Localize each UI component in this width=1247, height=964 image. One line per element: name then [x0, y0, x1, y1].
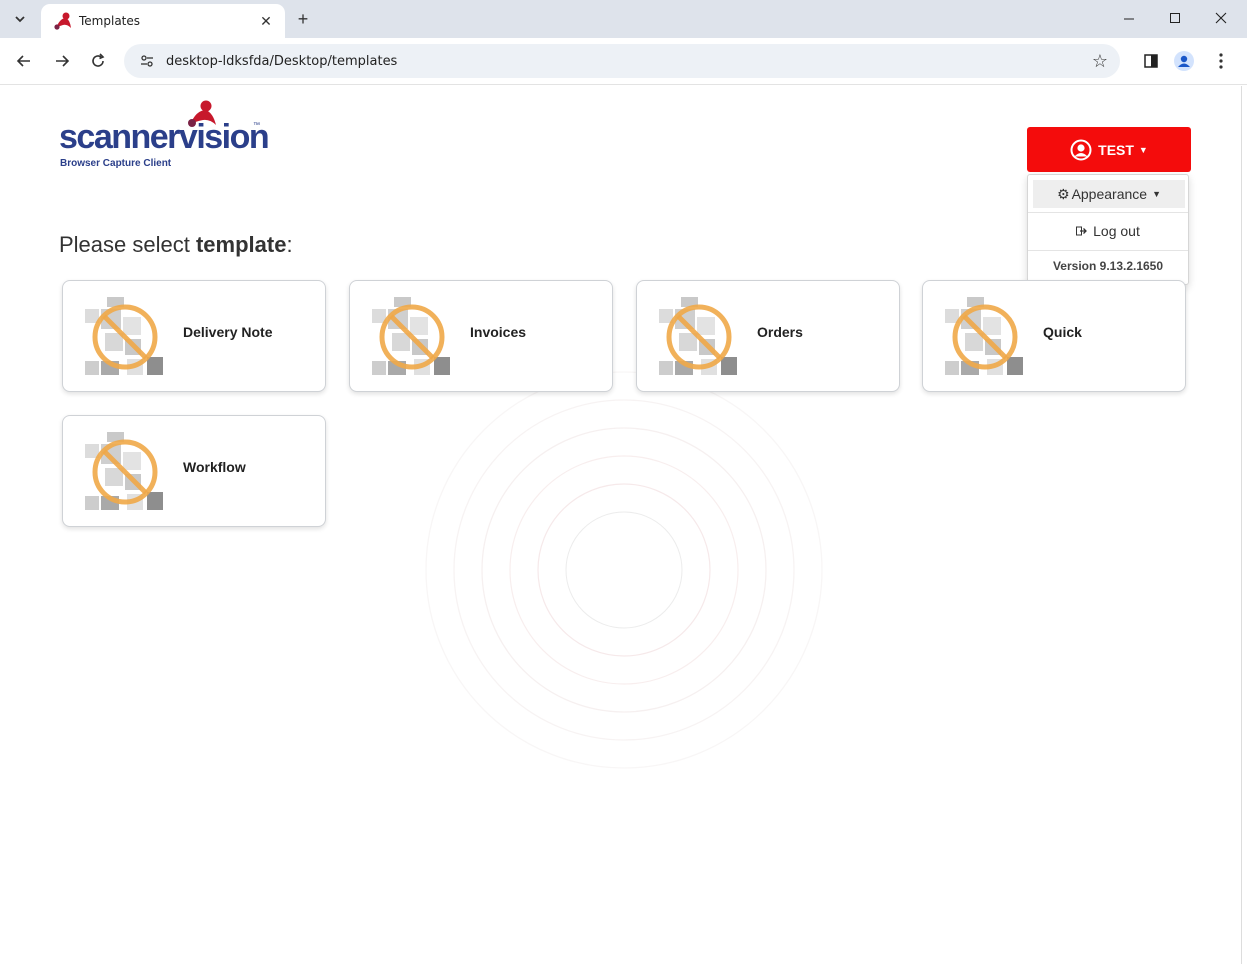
template-card-label: Workflow — [183, 459, 246, 475]
forward-icon[interactable] — [50, 49, 74, 73]
browser-menu-icon[interactable] — [1210, 50, 1232, 72]
template-card-label: Orders — [757, 324, 803, 340]
page-heading: Please select template: — [59, 232, 293, 258]
gear-icon: ⚙ — [1057, 185, 1070, 202]
username-label: TEST — [1098, 141, 1134, 158]
url-text[interactable]: desktop-ldksfda/Desktop/templates — [166, 54, 397, 69]
template-card[interactable]: Delivery Note — [62, 280, 326, 392]
heading-bold: template — [195, 232, 287, 257]
template-card[interactable]: Quick — [922, 280, 1186, 392]
user-menu-button[interactable]: TEST ▼ — [1027, 127, 1191, 172]
side-panel-icon[interactable] — [1140, 50, 1162, 72]
template-card[interactable]: Workflow — [62, 415, 326, 527]
window-right-edge — [1241, 86, 1247, 964]
heading-prefix: Please select — [59, 232, 196, 257]
appearance-menu-item[interactable]: ⚙ Appearance ▼ — [1033, 180, 1185, 208]
user-circle-icon — [1070, 139, 1092, 160]
back-icon[interactable] — [12, 49, 36, 73]
appearance-label: Appearance — [1071, 186, 1148, 202]
tab-close-icon[interactable]: ✕ — [257, 13, 275, 30]
active-tab[interactable]: Templates ✕ — [41, 4, 285, 38]
reload-icon[interactable] — [86, 49, 110, 73]
logo-subtitle: Browser Capture Client — [60, 158, 172, 169]
logo-wordmark: scannervision — [59, 118, 270, 156]
version-text: Version 9.13.2.1650 — [1052, 259, 1164, 273]
no-image-icon — [659, 297, 739, 377]
caret-down-icon: ▼ — [1138, 144, 1148, 155]
template-card[interactable]: Orders — [636, 280, 900, 392]
profile-avatar-icon[interactable] — [1173, 50, 1195, 72]
new-tab-icon[interactable]: + — [292, 8, 314, 30]
tab-title: Templates — [79, 14, 141, 28]
menu-divider — [1028, 250, 1188, 251]
browser-tab-bar: Templates ✕ + — [0, 0, 1247, 38]
maximize-icon[interactable] — [1158, 6, 1192, 30]
close-window-icon[interactable] — [1204, 6, 1238, 30]
logout-menu-item[interactable]: Log out — [1028, 217, 1188, 245]
scannervision-favicon-icon — [54, 12, 71, 30]
page-content: scannervision ™ Browser Capture Client T… — [0, 86, 1241, 964]
logout-label: Log out — [1093, 223, 1140, 239]
no-image-icon — [85, 297, 165, 377]
caret-down-icon: ▼ — [1152, 189, 1161, 199]
browser-toolbar: desktop-ldksfda/Desktop/templates ☆ — [0, 38, 1247, 85]
heading-suffix: : — [286, 232, 293, 257]
logout-icon — [1076, 226, 1088, 236]
template-card-label: Delivery Note — [183, 324, 273, 340]
address-bar[interactable]: desktop-ldksfda/Desktop/templates ☆ — [124, 44, 1120, 78]
scannervision-logo[interactable]: scannervision ™ Browser Capture Client — [59, 100, 279, 172]
minimize-icon[interactable] — [1112, 6, 1146, 30]
template-card-label: Quick — [1043, 324, 1082, 340]
no-image-icon — [945, 297, 1025, 377]
user-dropdown-menu: ⚙ Appearance ▼ Log out Version 9.13.2.16… — [1027, 174, 1189, 285]
logo-trademark: ™ — [253, 122, 260, 129]
site-info-icon[interactable] — [138, 52, 156, 70]
template-card[interactable]: Invoices — [349, 280, 613, 392]
menu-divider — [1028, 212, 1188, 213]
bookmark-star-icon[interactable]: ☆ — [1092, 51, 1108, 72]
background-ripple-decoration — [425, 371, 823, 769]
template-card-label: Invoices — [470, 324, 527, 340]
no-image-icon — [85, 432, 165, 512]
no-image-icon — [372, 297, 452, 377]
tab-search-chevron-icon[interactable] — [8, 7, 32, 31]
